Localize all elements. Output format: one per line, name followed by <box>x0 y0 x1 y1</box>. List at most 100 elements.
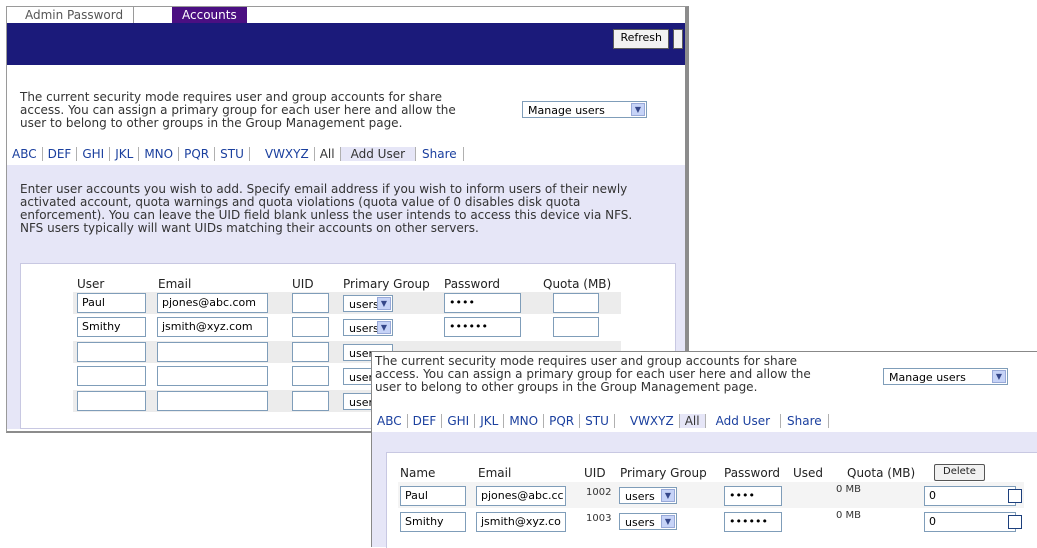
name-input[interactable]: Smithy <box>400 512 466 532</box>
filter-pqr[interactable]: PQR <box>544 414 581 428</box>
select-value: users <box>625 490 655 503</box>
delete-button[interactable]: Delete <box>934 464 985 481</box>
email-input[interactable] <box>157 342 268 362</box>
password-input[interactable]: •••• <box>724 486 782 506</box>
filter-def[interactable]: DEF <box>43 147 78 161</box>
used-value: 0 MB <box>836 510 862 521</box>
filter-def[interactable]: DEF <box>408 414 443 428</box>
intro-text: The current security mode requires user … <box>20 91 456 130</box>
alpha-filter-bar: ABC DEF GHI JKL MNO PQR STU VWXYZ All Ad… <box>372 412 829 430</box>
column-header-primary-group: Primary Group <box>620 466 707 480</box>
password-input[interactable]: •••••• <box>444 317 521 337</box>
chevron-down-icon: ▼ <box>631 103 645 116</box>
tab-bar: Admin Password Accounts <box>7 7 685 23</box>
select-value: user <box>349 396 373 409</box>
intro-text: The current security mode requires user … <box>375 355 811 394</box>
user-input[interactable] <box>77 342 146 362</box>
uid-input[interactable] <box>292 366 329 386</box>
column-header-password: Password <box>444 277 501 291</box>
select-value: Manage users <box>528 104 605 117</box>
tab-admin-password[interactable]: Admin Password <box>15 7 135 23</box>
user-input[interactable]: Paul <box>77 293 146 313</box>
filter-mno[interactable]: MNO <box>504 414 545 428</box>
quota-input[interactable]: 0 <box>924 486 1016 506</box>
filter-jkl[interactable]: JKL <box>110 147 140 161</box>
primary-group-select[interactable]: users ▼ <box>619 487 677 504</box>
manage-users-select[interactable]: Manage users ▼ <box>522 101 647 118</box>
select-value: user <box>349 371 373 384</box>
filter-jkl[interactable]: JKL <box>475 414 505 428</box>
delete-checkbox[interactable] <box>1008 489 1022 503</box>
password-input[interactable]: •••• <box>444 293 521 313</box>
column-header-password: Password <box>724 466 781 480</box>
column-header-name: Name <box>400 466 436 480</box>
email-input[interactable] <box>157 391 268 411</box>
chevron-down-icon: ▼ <box>661 489 675 502</box>
column-header-used: Used <box>793 466 824 480</box>
tab-accounts[interactable]: Accounts <box>172 7 247 23</box>
user-input[interactable] <box>77 366 146 386</box>
email-input[interactable]: pjones@abc.cc <box>476 486 566 506</box>
select-value: users <box>349 322 379 335</box>
filter-stu[interactable]: STU <box>580 414 615 428</box>
email-input[interactable] <box>157 366 268 386</box>
column-header-primary-group: Primary Group <box>343 277 430 291</box>
email-input[interactable]: jsmith@xyz.co <box>476 512 566 532</box>
filter-vwxyz[interactable]: VWXYZ <box>625 414 680 428</box>
filter-abc[interactable]: ABC <box>372 414 408 428</box>
intro-line: user to belong to other groups in the Gr… <box>20 116 403 130</box>
manage-users-window: The current security mode requires user … <box>371 351 1037 548</box>
uid-value: 1003 <box>586 513 612 524</box>
delete-checkbox[interactable] <box>1008 515 1022 529</box>
column-header-quota: Quota (MB) <box>847 466 916 480</box>
quota-input[interactable] <box>553 293 599 313</box>
filter-stu[interactable]: STU <box>215 147 250 161</box>
quota-input[interactable]: 0 <box>924 512 1016 532</box>
instructions-text: Enter user accounts you wish to add. Spe… <box>20 183 632 235</box>
chevron-down-icon: ▼ <box>377 321 391 334</box>
column-header-email: Email <box>158 277 192 291</box>
uid-input[interactable] <box>292 317 329 337</box>
filter-abc[interactable]: ABC <box>7 147 43 161</box>
password-input[interactable]: •••••• <box>724 512 782 532</box>
uid-input[interactable] <box>292 293 329 313</box>
toolbar-button-partial[interactable] <box>673 29 683 49</box>
tab-add-user[interactable]: Add User <box>706 414 782 428</box>
user-input[interactable]: Smithy <box>77 317 146 337</box>
primary-group-select[interactable]: users ▼ <box>343 295 393 312</box>
select-value: Manage users <box>889 371 966 384</box>
tab-share[interactable]: Share <box>416 147 464 161</box>
intro-line: user to belong to other groups in the Gr… <box>375 380 758 394</box>
filter-all[interactable]: All <box>315 147 341 161</box>
chevron-down-icon: ▼ <box>661 515 675 528</box>
tab-share[interactable]: Share <box>781 414 829 428</box>
user-input[interactable] <box>77 391 146 411</box>
chevron-down-icon: ▼ <box>377 297 391 310</box>
tab-add-user[interactable]: Add User <box>340 147 417 161</box>
header-bar <box>7 23 685 65</box>
instructions-line: NFS users typically will want UIDs match… <box>20 221 479 235</box>
column-header-uid: UID <box>584 466 606 480</box>
column-header-uid: UID <box>292 277 314 291</box>
filter-all[interactable]: All <box>679 414 706 428</box>
filter-pqr[interactable]: PQR <box>179 147 216 161</box>
primary-group-select[interactable]: users ▼ <box>619 513 677 530</box>
filter-ghi[interactable]: GHI <box>77 147 111 161</box>
manage-users-select[interactable]: Manage users ▼ <box>883 368 1008 385</box>
primary-group-select[interactable]: users ▼ <box>343 319 393 336</box>
filter-mno[interactable]: MNO <box>139 147 180 161</box>
chevron-down-icon: ▼ <box>992 370 1006 383</box>
column-header-quota: Quota (MB) <box>543 277 612 291</box>
select-value: users <box>349 298 379 311</box>
filter-vwxyz[interactable]: VWXYZ <box>260 147 315 161</box>
refresh-button[interactable]: Refresh <box>613 29 669 49</box>
quota-input[interactable] <box>553 317 599 337</box>
uid-input[interactable] <box>292 342 329 362</box>
name-input[interactable]: Paul <box>400 486 466 506</box>
filter-ghi[interactable]: GHI <box>442 414 476 428</box>
column-header-user: User <box>77 277 105 291</box>
email-input[interactable]: jsmith@xyz.com <box>157 317 268 337</box>
uid-input[interactable] <box>292 391 329 411</box>
select-value: users <box>625 516 655 529</box>
email-input[interactable]: pjones@abc.com <box>157 293 268 313</box>
